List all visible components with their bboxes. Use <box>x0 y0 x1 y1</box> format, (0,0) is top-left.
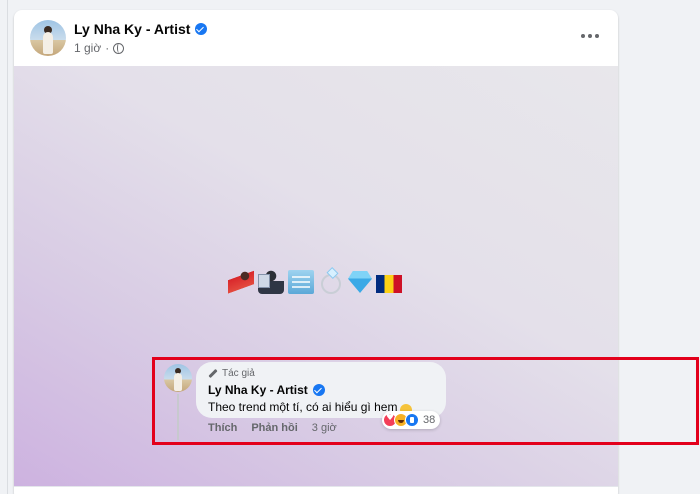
author-avatar[interactable] <box>30 20 66 56</box>
comment-reactions[interactable]: 38 <box>382 411 441 429</box>
comment: Tác giả Ly Nha Ky - Artist Theo trend mộ… <box>150 358 602 444</box>
author-name[interactable]: Ly Nha Ky - Artist <box>74 21 190 37</box>
teacher-emoji <box>258 270 284 294</box>
author-row: Ly Nha Ky - Artist <box>74 21 208 37</box>
post-time[interactable]: 1 giờ <box>74 41 101 55</box>
more-dot-icon <box>588 34 592 38</box>
meta-separator: · <box>105 41 110 55</box>
more-dot-icon <box>581 34 585 38</box>
comment-bubble: Tác giả Ly Nha Ky - Artist Theo trend mộ… <box>196 362 446 418</box>
avatar-figure <box>43 32 53 54</box>
author-badge-label: Tác giả <box>222 368 255 379</box>
reaction-count: 38 <box>423 414 436 426</box>
thread-line <box>177 394 179 440</box>
romania-flag-emoji <box>376 274 402 293</box>
comment-avatar[interactable] <box>164 364 192 392</box>
verified-badge-icon <box>312 384 325 396</box>
comment-time[interactable]: 3 giờ <box>312 422 337 434</box>
ring-emoji <box>321 274 341 294</box>
more-dot-icon <box>595 34 599 38</box>
post-meta: 1 giờ · <box>74 41 125 55</box>
left-edge <box>0 0 8 494</box>
post-footer <box>14 486 618 494</box>
avatar-figure <box>174 373 182 391</box>
reply-button[interactable]: Phản hồi <box>251 422 297 434</box>
like-reaction-icon <box>405 413 419 427</box>
pencil-icon <box>208 368 218 379</box>
comment-text-row: Theo trend một tí, có ai hiểu gì hem <box>208 400 413 414</box>
verified-badge-icon <box>195 23 208 35</box>
comment-text: Theo trend một tí, có ai hiểu gì hem <box>208 400 398 414</box>
author-badge: Tác giả <box>208 368 255 379</box>
comment-author-name[interactable]: Ly Nha Ky - Artist <box>208 383 308 397</box>
office-building-emoji <box>288 270 314 294</box>
post-header: Ly Nha Ky - Artist 1 giờ · <box>14 10 618 66</box>
emoji-sequence <box>228 268 408 296</box>
comment-actions: Thích Phản hồi 3 giờ <box>208 422 351 434</box>
woman-dancing-red-dress-emoji <box>228 270 254 294</box>
more-options-button[interactable] <box>576 24 604 48</box>
gem-stone-emoji <box>348 271 372 293</box>
comment-author-row: Ly Nha Ky - Artist <box>208 383 325 397</box>
like-button[interactable]: Thích <box>208 422 237 434</box>
globe-icon <box>113 42 125 54</box>
